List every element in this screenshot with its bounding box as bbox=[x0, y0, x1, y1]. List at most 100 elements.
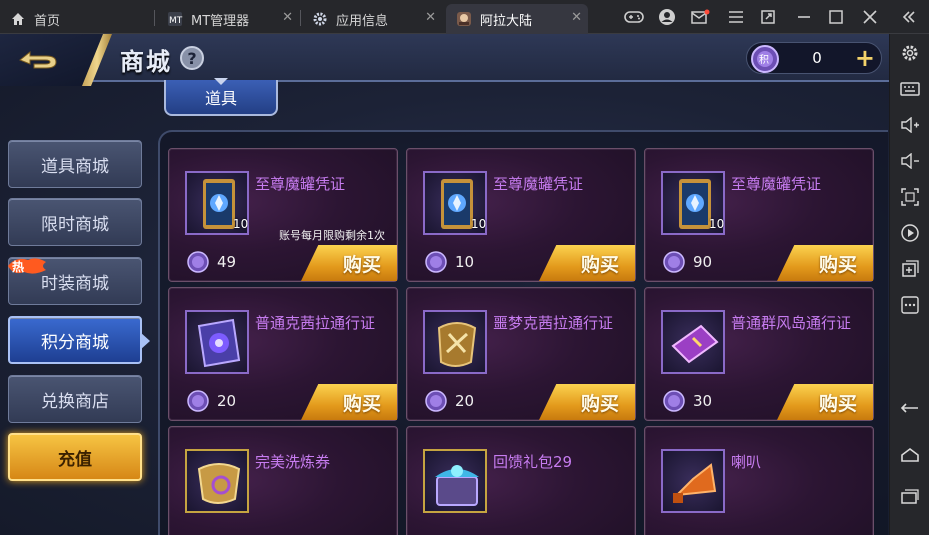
buy-button[interactable]: 购买 bbox=[777, 245, 873, 281]
buy-button[interactable]: 购买 bbox=[301, 245, 397, 281]
tab-label: 阿拉大陆 bbox=[480, 13, 533, 29]
points-coin-icon bbox=[425, 390, 447, 412]
item-name: 普通克茜拉通行证 bbox=[255, 314, 376, 332]
item-name: 至尊魔罐凭证 bbox=[255, 175, 346, 193]
item-name: 噩梦克茜拉通行证 bbox=[493, 314, 614, 332]
minimize-icon[interactable] bbox=[788, 0, 820, 34]
game-app-icon bbox=[457, 12, 471, 26]
gear-icon bbox=[313, 12, 327, 26]
recharge-button[interactable]: 充值 bbox=[8, 433, 142, 481]
buy-button[interactable]: 购买 bbox=[777, 384, 873, 420]
close-icon[interactable]: ✕ bbox=[425, 10, 436, 25]
item-quantity: 10 bbox=[709, 217, 725, 231]
help-icon[interactable]: ? bbox=[180, 46, 204, 70]
gift-chest-icon bbox=[423, 449, 487, 513]
browser-tab-bar: 首页 MT MT管理器 ✕ 应用信息 ✕ 阿拉大陆 ✕ bbox=[0, 0, 929, 34]
mt-app-icon: MT bbox=[168, 12, 183, 26]
currency-display: 积 0 + bbox=[746, 42, 882, 74]
tab-label: 应用信息 bbox=[336, 13, 389, 29]
maximize-icon[interactable] bbox=[820, 0, 852, 34]
refine-scroll-icon bbox=[185, 449, 249, 513]
item-name: 完美洗炼券 bbox=[255, 453, 331, 471]
points-coin-icon bbox=[663, 251, 685, 273]
item-name: 至尊魔罐凭证 bbox=[731, 175, 822, 193]
purchase-limit: 账号每月限购剩余1次 bbox=[279, 229, 385, 242]
item-name: 至尊魔罐凭证 bbox=[493, 175, 584, 193]
horn-icon bbox=[661, 449, 725, 513]
item-price: 10 bbox=[455, 253, 475, 271]
nav-points-shop[interactable]: 积分商城 bbox=[8, 316, 142, 364]
item-price: 30 bbox=[693, 392, 713, 410]
tab-items[interactable]: 道具 bbox=[164, 80, 278, 116]
close-icon[interactable]: ✕ bbox=[282, 10, 293, 25]
record-icon[interactable] bbox=[890, 218, 929, 248]
product-grid: 10 至尊魔罐凭证 账号每月限购剩余1次 49 购买 10 至尊魔罐凭证 10 … bbox=[158, 130, 888, 535]
product-card[interactable]: 10 至尊魔罐凭证 10 购买 bbox=[406, 148, 636, 282]
product-card[interactable]: 普通克茜拉通行证 20 购买 bbox=[168, 287, 398, 421]
product-card[interactable]: 完美洗炼券 bbox=[168, 426, 398, 535]
nav-item-shop[interactable]: 道具商城 bbox=[8, 140, 142, 188]
tab-home[interactable]: 首页 bbox=[0, 4, 150, 34]
menu-icon[interactable] bbox=[720, 0, 752, 34]
item-name: 回馈礼包29 bbox=[493, 453, 573, 471]
home-nav-icon[interactable] bbox=[890, 440, 929, 470]
points-coin-icon bbox=[187, 251, 209, 273]
item-quantity: 10 bbox=[233, 217, 249, 231]
product-card[interactable]: 普通群风岛通行证 30 购买 bbox=[644, 287, 874, 421]
home-icon bbox=[12, 13, 24, 25]
points-coin-icon: 积 bbox=[751, 45, 779, 73]
svg-text:MT: MT bbox=[169, 16, 183, 26]
shop-nav: 道具商城 限时商城 时装商城 积分商城 兑换商店 充值 bbox=[0, 130, 160, 535]
hot-badge: 热 bbox=[8, 258, 46, 274]
item-name: 喇叭 bbox=[731, 453, 762, 471]
screenshot-icon[interactable] bbox=[890, 182, 929, 212]
magic-scroll-icon bbox=[185, 310, 249, 374]
add-app-icon[interactable] bbox=[890, 254, 929, 284]
add-currency-button[interactable]: + bbox=[855, 44, 875, 72]
emulator-toolbar bbox=[889, 34, 929, 535]
page-title: 商城 bbox=[120, 48, 172, 76]
tab-game[interactable]: 阿拉大陆 ✕ bbox=[446, 4, 588, 34]
product-card[interactable]: 10 至尊魔罐凭证 账号每月限购剩余1次 49 购买 bbox=[168, 148, 398, 282]
item-price: 49 bbox=[217, 253, 237, 271]
game-viewport: 商城 ? 积 0 + 道具 道具商城 限时商城 时装商城 积分商城 兑换商店 充… bbox=[0, 34, 889, 535]
pin-icon[interactable] bbox=[752, 0, 784, 34]
item-price: 20 bbox=[455, 392, 475, 410]
tab-app-info[interactable]: 应用信息 ✕ bbox=[302, 4, 442, 34]
tab-mt-manager[interactable]: MT MT管理器 ✕ bbox=[157, 4, 299, 34]
close-window-icon[interactable] bbox=[854, 0, 886, 34]
settings-gear-icon[interactable] bbox=[890, 38, 929, 68]
product-card[interactable]: 噩梦克茜拉通行证 20 购买 bbox=[406, 287, 636, 421]
mail-icon[interactable] bbox=[684, 0, 716, 34]
svg-text:积: 积 bbox=[759, 54, 769, 66]
product-card[interactable]: 10 至尊魔罐凭证 90 购买 bbox=[644, 148, 874, 282]
purple-ticket-icon bbox=[661, 310, 725, 374]
keyboard-icon[interactable] bbox=[890, 74, 929, 104]
item-price: 90 bbox=[693, 253, 713, 271]
more-icon[interactable] bbox=[890, 290, 929, 320]
gamepad-icon[interactable] bbox=[618, 0, 650, 34]
back-arrow-icon bbox=[19, 50, 57, 69]
buy-button[interactable]: 购买 bbox=[301, 384, 397, 420]
account-icon[interactable] bbox=[651, 0, 683, 34]
points-coin-icon bbox=[663, 390, 685, 412]
volume-up-icon[interactable] bbox=[890, 110, 929, 140]
item-quantity: 10 bbox=[471, 217, 487, 231]
close-icon[interactable]: ✕ bbox=[571, 10, 582, 25]
product-card[interactable]: 喇叭 bbox=[644, 426, 874, 535]
tab-label: MT管理器 bbox=[191, 13, 250, 29]
item-name: 普通群风岛通行证 bbox=[731, 314, 852, 332]
collapse-sidebar-icon[interactable] bbox=[893, 0, 925, 34]
buy-button[interactable]: 购买 bbox=[539, 245, 635, 281]
recent-apps-icon[interactable] bbox=[890, 482, 929, 512]
nav-exchange-shop[interactable]: 兑换商店 bbox=[8, 375, 142, 423]
tab-label: 首页 bbox=[34, 13, 61, 29]
golden-scroll-icon bbox=[423, 310, 487, 374]
buy-button[interactable]: 购买 bbox=[539, 384, 635, 420]
svg-text:热: 热 bbox=[12, 259, 24, 274]
volume-down-icon[interactable] bbox=[890, 146, 929, 176]
back-nav-icon[interactable] bbox=[890, 394, 929, 424]
nav-limited-shop[interactable]: 限时商城 bbox=[8, 198, 142, 246]
currency-value: 0 bbox=[812, 49, 822, 67]
product-card[interactable]: 回馈礼包29 bbox=[406, 426, 636, 535]
